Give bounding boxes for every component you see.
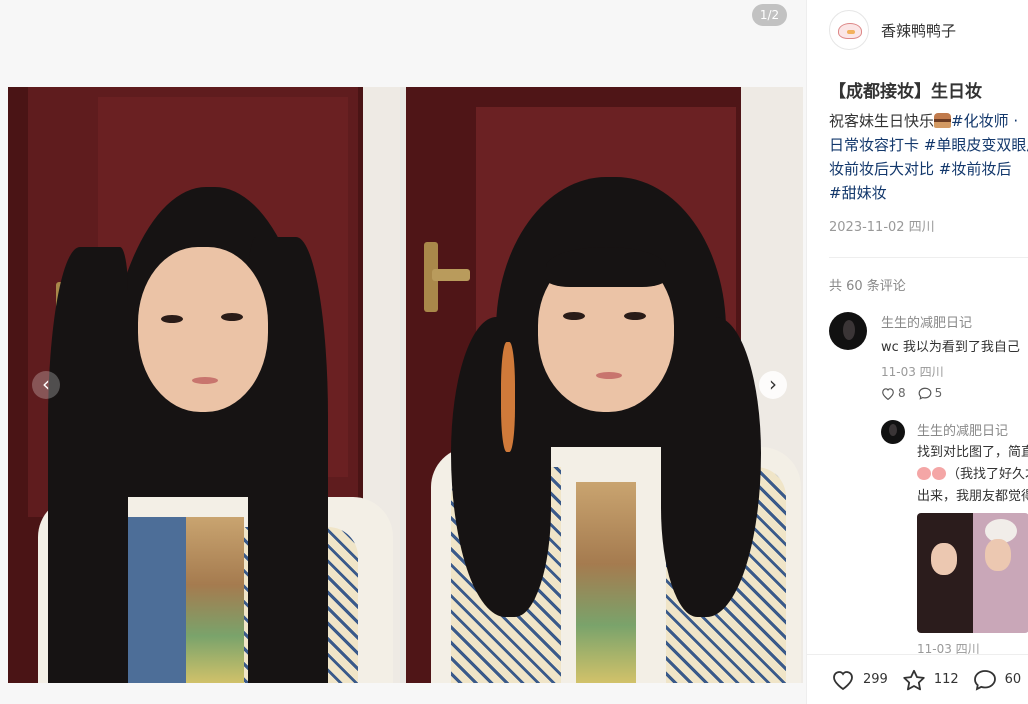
- crying-emoji-icon: [917, 467, 931, 480]
- chat-bubble-icon: [918, 387, 932, 400]
- heart-icon: [882, 387, 894, 400]
- image-counter: 1/2: [752, 4, 787, 26]
- comment-reply-count: 5: [934, 386, 943, 400]
- hashtag-link[interactable]: 妆前妆后大对比 #妆前妆后: [829, 160, 1011, 178]
- chat-bubble-icon: [973, 669, 996, 691]
- hashtag-link[interactable]: #甜妹妆: [829, 184, 887, 202]
- comment-like-count: 8: [898, 386, 906, 400]
- description-text: ·: [1008, 112, 1019, 130]
- divider: [829, 257, 1028, 258]
- before-photo: [8, 87, 400, 683]
- crying-emoji-icon: [932, 467, 946, 480]
- description-text: 祝客妹生日快乐: [829, 112, 935, 130]
- after-photo: [406, 87, 803, 683]
- reply-text: 找到对比图了，简直 （我找了好久才 出来，我朋友都觉得: [917, 445, 1028, 504]
- collect-button[interactable]: 112: [902, 669, 959, 691]
- next-image-button[interactable]: ›: [759, 371, 787, 399]
- chevron-right-icon: ›: [769, 372, 777, 396]
- note-date-location: 2023-11-02 四川: [829, 220, 935, 235]
- heart-icon: [833, 670, 853, 690]
- comment-count-bar: 60: [1004, 672, 1022, 687]
- chevron-left-icon: ‹: [42, 372, 50, 396]
- reply-image[interactable]: [917, 513, 1028, 633]
- cake-emoji-icon: [934, 113, 952, 128]
- author-name[interactable]: 香辣鸭鸭子: [881, 20, 956, 41]
- author-info[interactable]: 香辣鸭鸭子: [829, 10, 956, 50]
- comment-button[interactable]: 60: [973, 669, 1022, 691]
- author-avatar[interactable]: [829, 10, 869, 50]
- commenter-avatar[interactable]: [829, 312, 867, 350]
- like-count: 299: [863, 672, 888, 687]
- post-image[interactable]: ‹ ›: [8, 87, 803, 683]
- prev-image-button[interactable]: ‹: [32, 371, 60, 399]
- collect-count: 112: [933, 672, 959, 687]
- like-button[interactable]: 299: [831, 669, 888, 691]
- comment-reply-button[interactable]: 5: [918, 386, 943, 400]
- hashtag-link[interactable]: 日常妆容打卡 #单眼皮变双眼皮: [829, 136, 1028, 154]
- replier-avatar[interactable]: [881, 420, 905, 444]
- media-viewer: 1/2 ‹ ›: [0, 0, 806, 704]
- comment-text: wc 我以为看到了我自己: [881, 340, 1020, 355]
- comment-count: 共 60 条评论: [829, 279, 906, 294]
- note-detail-panel: 香辣鸭鸭子 【成都接妆】生日妆 祝客妹生日快乐 #化妆师 · 日常妆容打卡 #单眼…: [806, 0, 1028, 704]
- hashtag-link[interactable]: #化妆师: [951, 112, 1009, 130]
- note-title: 【成都接妆】生日妆: [829, 82, 982, 102]
- comment-like-button[interactable]: 8: [881, 386, 906, 400]
- replier-name[interactable]: 生生的减肥日记: [917, 420, 1008, 439]
- commenter-name[interactable]: 生生的减肥日记: [881, 312, 972, 331]
- engagement-bar: 299 112 60: [807, 654, 1028, 704]
- note-description: 祝客妹生日快乐 #化妆师 · 日常妆容打卡 #单眼皮变双眼皮 妆前妆后大对比 #妆…: [829, 109, 1028, 205]
- comment-meta: 11-03 四川: [881, 365, 944, 379]
- star-icon: [903, 669, 925, 690]
